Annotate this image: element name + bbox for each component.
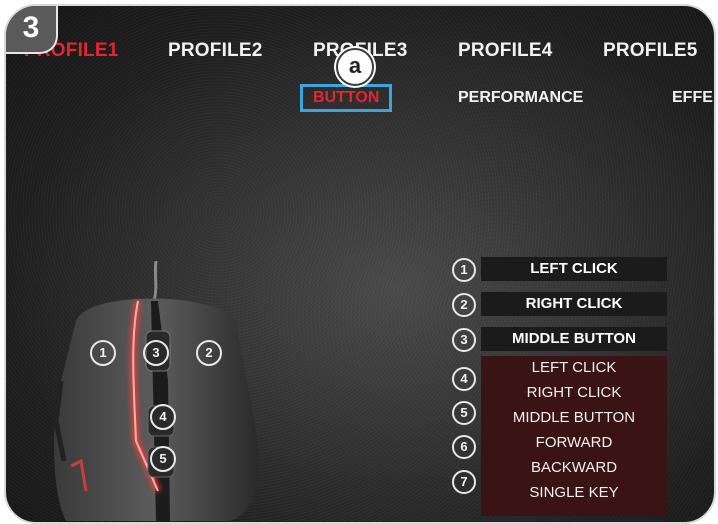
tab-performance[interactable]: PERFORMANCE: [458, 89, 583, 107]
tab-profile-4[interactable]: PROFILE4: [458, 40, 553, 62]
mouse-marker-4: 4: [150, 404, 176, 430]
mouse-marker-5: 5: [150, 446, 176, 472]
mouse-marker-1: 1: [90, 340, 116, 366]
tab-profile-5[interactable]: PROFILE5: [603, 40, 698, 62]
button-2-assignment[interactable]: RIGHT CLICK: [481, 292, 667, 316]
mouse-marker-2: 2: [196, 340, 222, 366]
row-marker-5: 5: [452, 401, 476, 425]
mouse-illustration: [53, 261, 259, 521]
dropdown-option-left-click[interactable]: LEFT CLICK: [481, 359, 667, 376]
tab-profile-2[interactable]: PROFILE2: [168, 40, 263, 62]
row-marker-3: 3: [452, 328, 476, 352]
button-1-assignment[interactable]: LEFT CLICK: [481, 257, 667, 281]
row-marker-1: 1: [452, 258, 476, 282]
mouse-marker-3: 3: [143, 340, 169, 366]
dropdown-option-forward[interactable]: FORWARD: [481, 434, 667, 451]
tab-button[interactable]: BUTTON: [300, 84, 393, 112]
dropdown-option-middle-button[interactable]: MIDDLE BUTTON: [481, 409, 667, 426]
step-badge: 3: [6, 6, 58, 54]
tab-effects[interactable]: EFFE: [672, 89, 713, 107]
row-marker-4: 4: [452, 367, 476, 391]
assignment-dropdown: LEFT CLICK RIGHT CLICK MIDDLE BUTTON FOR…: [481, 356, 667, 516]
dropdown-option-backward[interactable]: BACKWARD: [481, 459, 667, 476]
dropdown-option-single-key[interactable]: SINGLE KEY: [481, 484, 667, 501]
callout-marker: a: [336, 48, 374, 86]
row-marker-6: 6: [452, 435, 476, 459]
row-marker-2: 2: [452, 293, 476, 317]
button-3-assignment[interactable]: MIDDLE BUTTON: [481, 327, 667, 351]
dropdown-option-right-click[interactable]: RIGHT CLICK: [481, 384, 667, 401]
app-window: 3 PROFILE1 PROFILE2 PROFILE3 PROFILE4 PR…: [4, 4, 716, 524]
row-marker-7: 7: [452, 470, 476, 494]
